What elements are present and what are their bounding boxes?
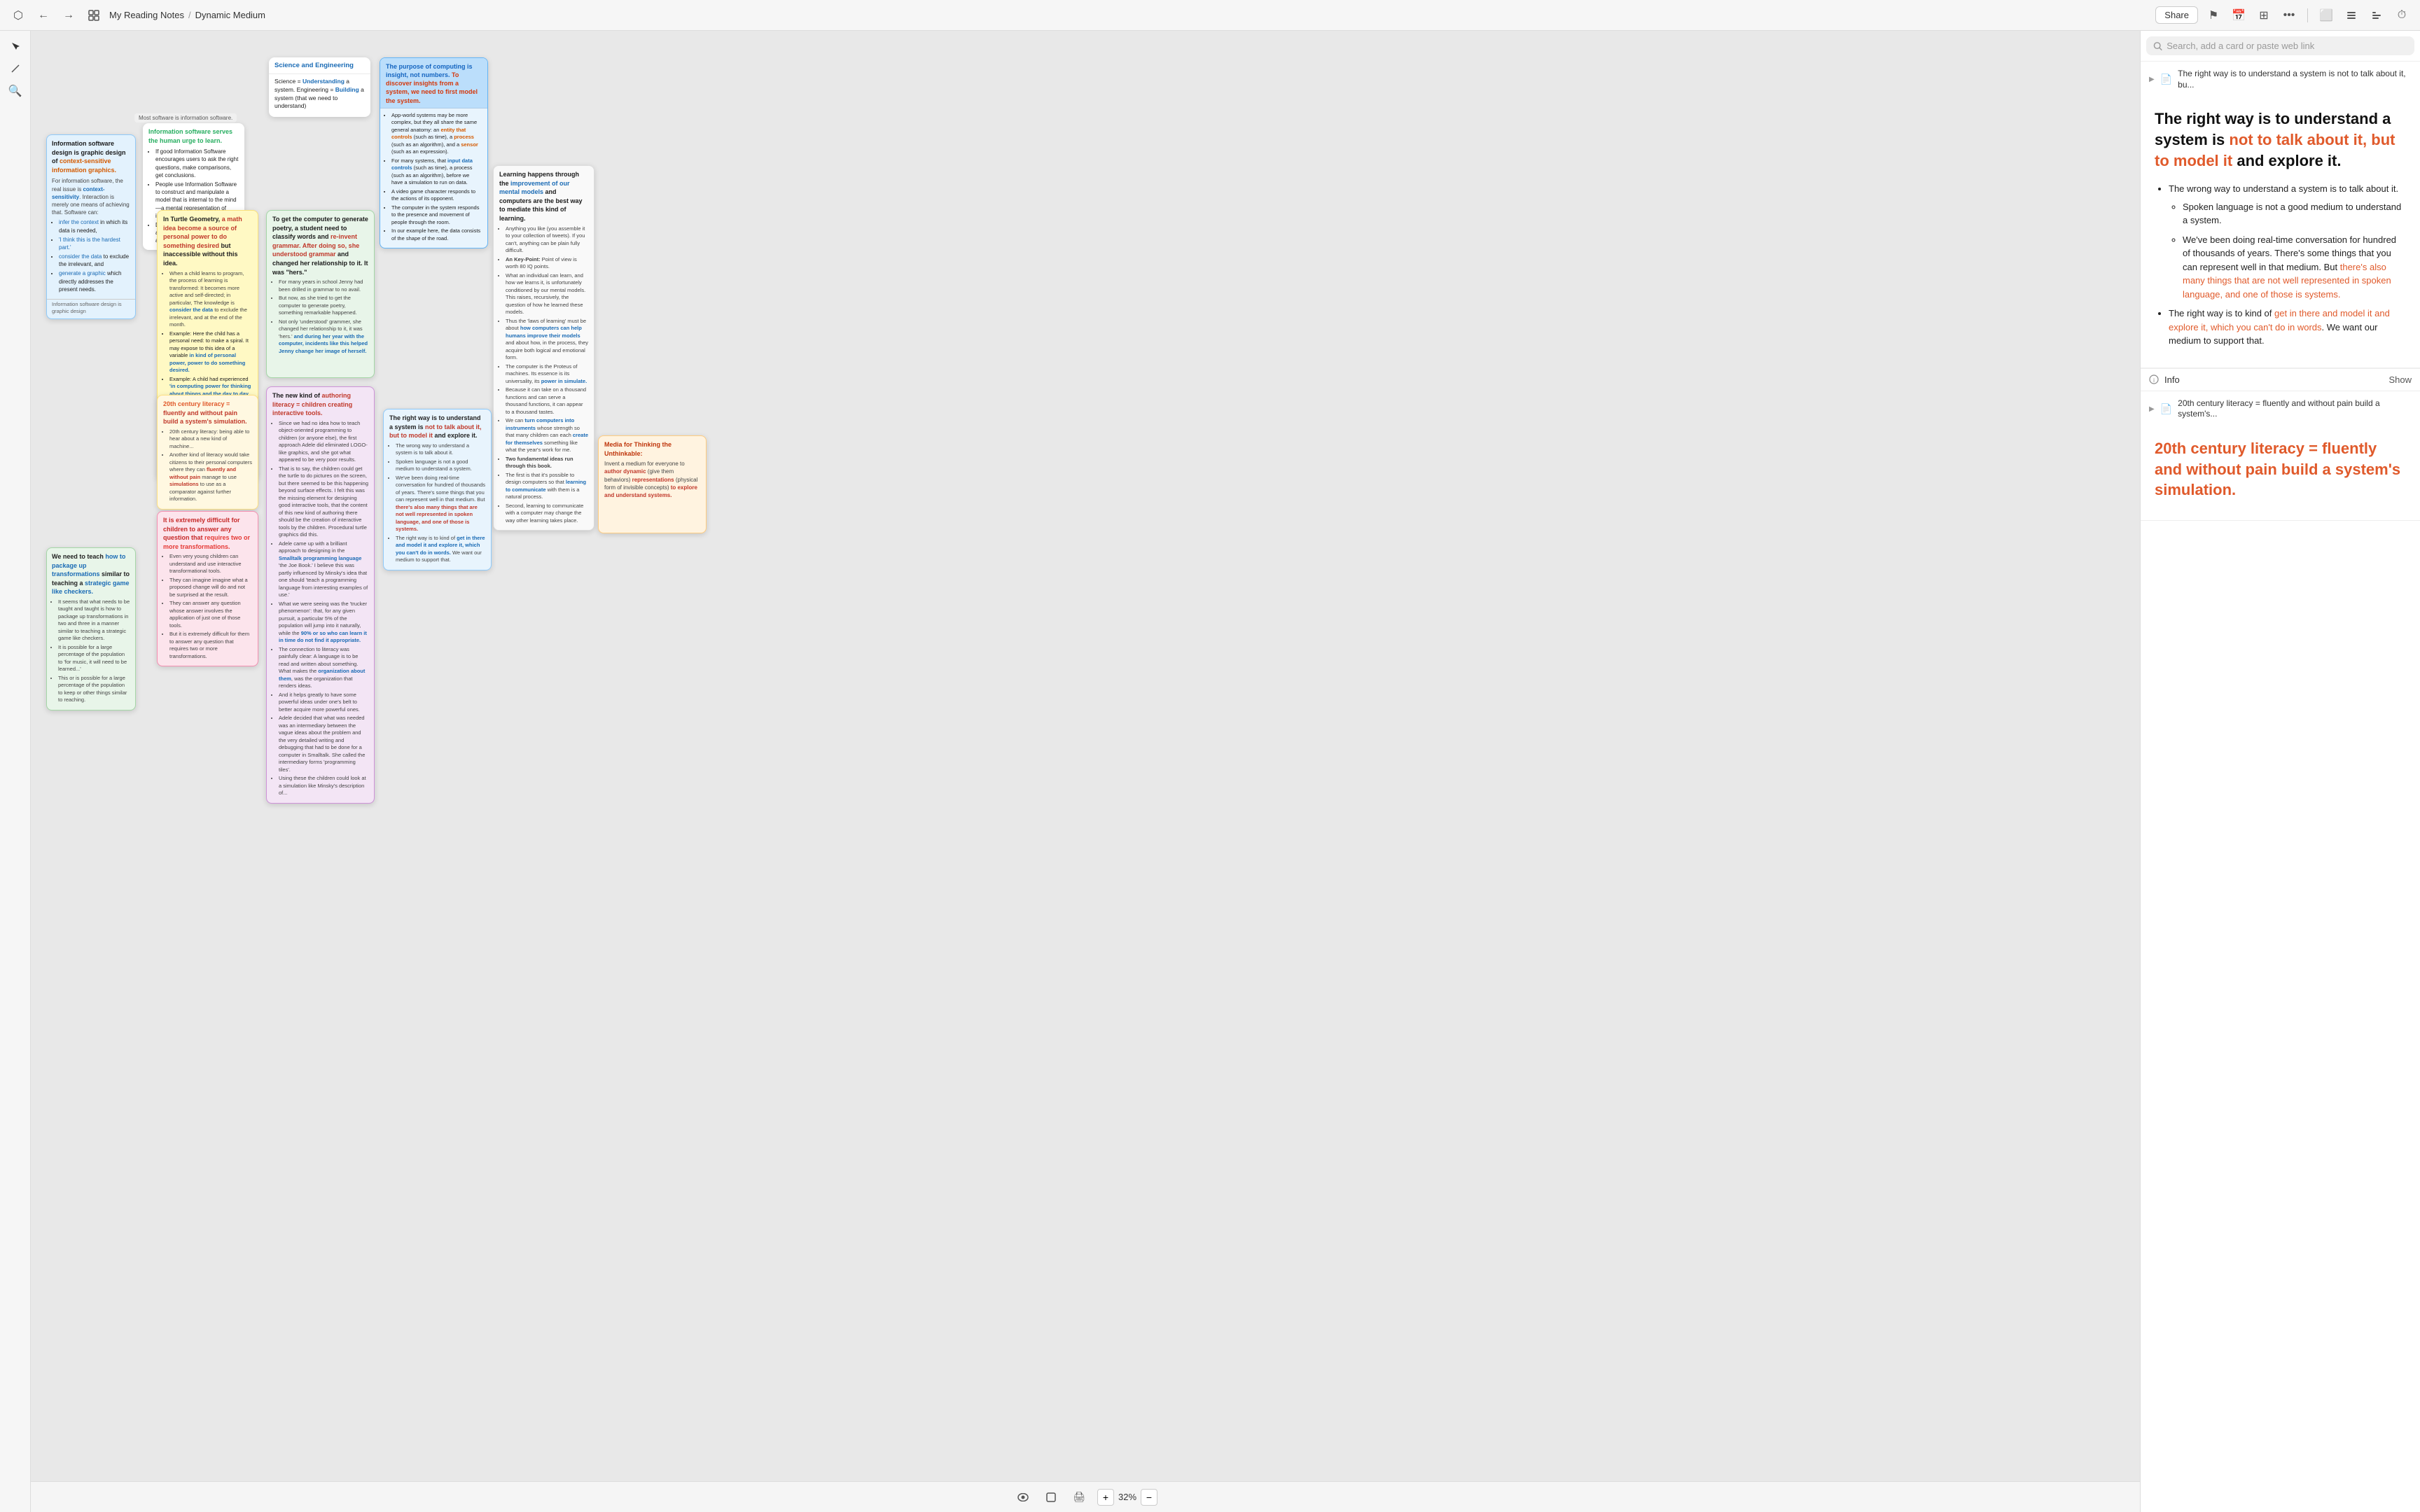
canvas-card-authoring[interactable]: The new kind of authoring literacy = chi… xyxy=(266,386,375,804)
cursor-tool[interactable] xyxy=(6,36,25,56)
board-icon[interactable] xyxy=(84,6,104,25)
main-layout: 🔍 Most software is information software.… xyxy=(0,31,2420,1512)
panel-card-2-header[interactable]: ▶ 📄 20th century literacy = fluently and… xyxy=(2141,391,2420,427)
breadcrumb-sep: / xyxy=(188,10,191,20)
info-label: Info xyxy=(2164,374,2180,385)
show-button[interactable]: Show xyxy=(2388,374,2412,385)
forward-button[interactable]: → xyxy=(59,6,78,25)
print-icon[interactable]: 🖨 xyxy=(1069,1488,1089,1507)
info-icon: i xyxy=(2149,374,2159,384)
outline-icon[interactable] xyxy=(2367,6,2386,25)
card-2-doc-icon: 📄 xyxy=(2160,403,2172,415)
panel-card-1-title: The right way is to understand a system … xyxy=(2178,69,2412,90)
panel-card-1: ▶ 📄 The right way is to understand a sys… xyxy=(2141,62,2420,391)
canvas-card-right-way[interactable]: The right way is to understand a system … xyxy=(383,409,492,570)
card-2-heading: 20th century literacy = fluently and wit… xyxy=(2155,438,2406,500)
panel-card-2-content: 20th century literacy = fluently and wit… xyxy=(2141,427,2420,520)
zoom-out-button[interactable]: − xyxy=(1141,1489,1157,1506)
search-tool[interactable]: 🔍 xyxy=(6,81,25,101)
canvas-card-difficult[interactable]: It is extremely difficult for children t… xyxy=(157,511,258,666)
bottom-bar: 🖨 + 32% − xyxy=(31,1481,2140,1512)
card-1-sub-2: We've been doing real-time conversation … xyxy=(2183,233,2406,302)
pen-tool[interactable] xyxy=(6,59,25,78)
panel-card-1-content: The right way is to understand a system … xyxy=(2141,97,2420,368)
breadcrumb-current[interactable]: Dynamic Medium xyxy=(195,10,265,20)
canvas-label-software: Most software is information software. xyxy=(134,113,237,122)
canvas-card-media-thinking[interactable]: Media for Thinking the Unthinkable: Inve… xyxy=(598,435,707,533)
canvas-card-20th-century[interactable]: 20th century literacy = fluently and wit… xyxy=(157,395,258,510)
search-icon xyxy=(2153,41,2162,51)
search-input[interactable] xyxy=(2167,41,2407,51)
zoom-in-button[interactable]: + xyxy=(1097,1489,1114,1506)
panel-card-1-header[interactable]: ▶ 📄 The right way is to understand a sys… xyxy=(2141,62,2420,97)
list-view-icon[interactable] xyxy=(2342,6,2361,25)
canvas-card-info-software[interactable]: Information software design is graphic d… xyxy=(46,134,136,319)
left-sidebar: 🔍 xyxy=(0,31,31,1512)
share-button[interactable]: Share xyxy=(2155,6,2198,24)
card-1-doc-icon: 📄 xyxy=(2160,74,2172,85)
zoom-level: 32% xyxy=(1118,1492,1136,1502)
panel-card-2-title: 20th century literacy = fluently and wit… xyxy=(2178,398,2412,420)
eye-icon[interactable] xyxy=(1013,1488,1033,1507)
panel-card-2: ▶ 📄 20th century literacy = fluently and… xyxy=(2141,391,2420,521)
frame-icon[interactable] xyxy=(1041,1488,1061,1507)
card-1-bullet-1: The wrong way to understand a system is … xyxy=(2169,182,2406,301)
panel-cards: ▶ 📄 The right way is to understand a sys… xyxy=(2141,62,2420,1512)
calendar-icon[interactable]: 📅 xyxy=(2229,6,2248,25)
card-1-heading: The right way is to understand a system … xyxy=(2155,108,2406,171)
canvas-card-learning[interactable]: Learning happens through the improvement… xyxy=(493,165,594,531)
svg-text:i: i xyxy=(2153,377,2155,384)
card-1-bullet-2: The right way is to kind of get in there… xyxy=(2169,307,2406,348)
flag-icon[interactable]: ⚑ xyxy=(2204,6,2223,25)
card-1-bullets: The wrong way to understand a system is … xyxy=(2155,182,2406,348)
canvas-card-purpose[interactable]: The purpose of computing is insight, not… xyxy=(380,57,488,248)
card-1-sub-1: Spoken language is not a good medium to … xyxy=(2183,200,2406,227)
info-section: i Info Show xyxy=(2141,368,2420,391)
breadcrumb-root[interactable]: My Reading Notes xyxy=(109,10,184,20)
canvas-area[interactable]: Most software is information software. I… xyxy=(31,31,2140,1512)
canvas-card-poetry[interactable]: To get the computer to generate poetry, … xyxy=(266,210,375,378)
clock-icon[interactable]: ⏱ xyxy=(2392,6,2412,25)
canvas-card-need-teach[interactable]: We need to teach how to package up trans… xyxy=(46,547,136,710)
toolbar: ⬡ ← → My Reading Notes / Dynamic Medium … xyxy=(0,0,2420,31)
canvas-card-science[interactable]: Science and Engineering Science = Unders… xyxy=(269,57,370,117)
more-icon[interactable]: ••• xyxy=(2279,6,2299,25)
grid-icon[interactable]: ⊞ xyxy=(2254,6,2274,25)
card-1-chevron-icon: ▶ xyxy=(2149,76,2155,83)
card-2-chevron-icon: ▶ xyxy=(2149,405,2155,413)
right-panel: ▶ 📄 The right way is to understand a sys… xyxy=(2140,31,2420,1512)
back-button[interactable]: ← xyxy=(34,6,53,25)
search-bar[interactable] xyxy=(2146,36,2414,55)
panel-toggle-icon[interactable]: ⬜ xyxy=(2316,6,2336,25)
right-panel-search xyxy=(2141,31,2420,62)
breadcrumb: My Reading Notes / Dynamic Medium xyxy=(109,10,265,20)
zoom-controls: + 32% − xyxy=(1097,1489,1157,1506)
sidebar-toggle-icon[interactable]: ⬡ xyxy=(8,6,28,25)
